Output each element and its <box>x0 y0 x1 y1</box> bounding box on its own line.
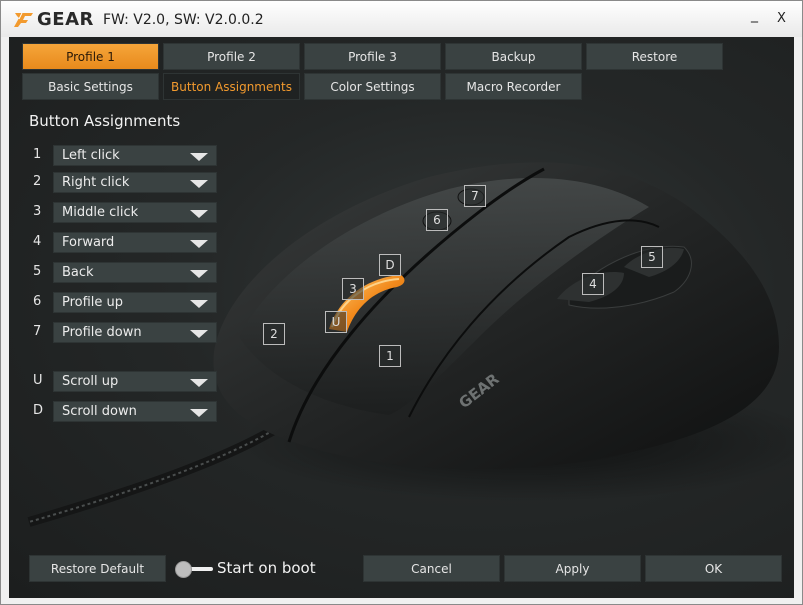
assignment-dropdown-3[interactable]: Middle click <box>53 202 217 223</box>
tab-profile-3[interactable]: Profile 3 <box>304 43 441 70</box>
mouse-button-badge-1[interactable]: 1 <box>379 345 401 367</box>
close-button[interactable]: X <box>777 11 786 26</box>
assignment-value: Scroll down <box>62 404 137 419</box>
mouse-button-badge-5[interactable]: 5 <box>641 246 663 268</box>
mouse-button-badge-d[interactable]: D <box>379 254 401 276</box>
start-on-boot-label: Start on boot <box>217 559 316 577</box>
chevron-down-icon <box>190 180 208 188</box>
start-on-boot-toggle[interactable] <box>175 561 215 578</box>
tab-button-assignments[interactable]: Button Assignments <box>163 73 300 100</box>
button-number: D <box>33 403 44 418</box>
assignment-value: Profile down <box>62 325 142 340</box>
tab-restore[interactable]: Restore <box>586 43 723 70</box>
tab-color-settings[interactable]: Color Settings <box>304 73 441 100</box>
app-window: GEAR FW: V2.0, SW: V2.0.0.2 _ X GEAR Pro… <box>0 0 803 605</box>
mouse-button-badge-2[interactable]: 2 <box>263 323 285 345</box>
chevron-down-icon <box>190 240 208 248</box>
button-number: 4 <box>33 234 42 249</box>
mouse-button-badge-u[interactable]: U <box>325 311 347 333</box>
button-number: 2 <box>33 174 42 189</box>
assignment-value: Middle click <box>62 205 139 220</box>
assignment-row: 7 Profile down <box>29 322 229 344</box>
button-number: 6 <box>33 294 42 309</box>
toggle-knob <box>175 561 192 578</box>
tab-basic-settings[interactable]: Basic Settings <box>22 73 159 100</box>
cancel-button[interactable]: Cancel <box>363 555 500 582</box>
assignment-dropdown-4[interactable]: Forward <box>53 232 217 253</box>
apply-button[interactable]: Apply <box>504 555 641 582</box>
restore-default-button[interactable]: Restore Default <box>29 555 166 582</box>
assignment-dropdown-1[interactable]: Left click <box>53 145 217 166</box>
assignment-value: Left click <box>62 148 120 163</box>
tab-profile-2[interactable]: Profile 2 <box>163 43 300 70</box>
assignment-value: Right click <box>62 175 130 190</box>
tab-macro-recorder[interactable]: Macro Recorder <box>445 73 582 100</box>
assignment-row: 3 Middle click <box>29 202 229 224</box>
chevron-down-icon <box>190 153 208 161</box>
mouse-button-badge-7[interactable]: 7 <box>464 185 486 207</box>
button-number: U <box>33 373 43 388</box>
assignment-row: 5 Back <box>29 262 229 284</box>
assignment-row: 2 Right click <box>29 172 229 194</box>
assignment-value: Scroll up <box>62 374 119 389</box>
mouse-button-badge-6[interactable]: 6 <box>426 209 448 231</box>
title-bar: GEAR FW: V2.0, SW: V2.0.0.2 _ X <box>1 1 802 37</box>
button-number: 1 <box>33 147 42 162</box>
assignment-value: Forward <box>62 235 115 250</box>
assignment-dropdown-6[interactable]: Profile up <box>53 292 217 313</box>
tab-profile-1[interactable]: Profile 1 <box>22 43 159 70</box>
chevron-down-icon <box>190 300 208 308</box>
button-number: 3 <box>33 204 42 219</box>
assignment-row: U Scroll up <box>29 371 229 393</box>
tab-backup[interactable]: Backup <box>445 43 582 70</box>
minimize-button[interactable]: _ <box>751 7 758 23</box>
chevron-down-icon <box>190 379 208 387</box>
assignment-dropdown-5[interactable]: Back <box>53 262 217 283</box>
assignment-dropdown-2[interactable]: Right click <box>53 172 217 193</box>
fnatic-logo-icon <box>14 12 33 27</box>
assignment-row: 6 Profile up <box>29 292 229 314</box>
assignment-row: D Scroll down <box>29 401 229 423</box>
chevron-down-icon <box>190 409 208 417</box>
mouse-button-badge-3[interactable]: 3 <box>342 278 364 300</box>
assignment-dropdown-scroll-up[interactable]: Scroll up <box>53 371 217 392</box>
assignment-value: Back <box>62 265 94 280</box>
mouse-button-badge-4[interactable]: 4 <box>582 273 604 295</box>
assignment-dropdown-scroll-down[interactable]: Scroll down <box>53 401 217 422</box>
button-number: 7 <box>33 324 42 339</box>
main-panel: GEAR Profile 1 Profile 2 Profile 3 Backu… <box>9 37 794 598</box>
chevron-down-icon <box>190 210 208 218</box>
version-text: FW: V2.0, SW: V2.0.0.2 <box>103 12 264 28</box>
assignment-row: 1 Left click <box>29 145 229 167</box>
assignment-value: Profile up <box>62 295 124 310</box>
section-title: Button Assignments <box>29 112 181 130</box>
chevron-down-icon <box>190 270 208 278</box>
ok-button[interactable]: OK <box>645 555 782 582</box>
assignment-dropdown-7[interactable]: Profile down <box>53 322 217 343</box>
assignment-row: 4 Forward <box>29 232 229 254</box>
brand-text: GEAR <box>37 9 94 30</box>
button-number: 5 <box>33 264 42 279</box>
chevron-down-icon <box>190 330 208 338</box>
